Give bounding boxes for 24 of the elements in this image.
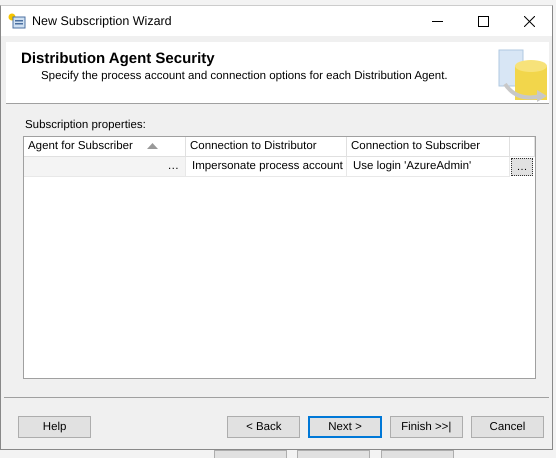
sort-arrow-icon [146,143,158,150]
grid-label: Subscription properties: [25,118,147,133]
minimize-icon [432,20,442,22]
wizard-button[interactable]: < Back [227,416,300,438]
background-button[interactable] [381,450,454,458]
ellipsis-button[interactable]: … [511,158,533,176]
wizard-button[interactable]: Next > [308,416,382,438]
table-cell: Use login 'AzureAdmin' [347,157,510,178]
background-button[interactable] [297,450,370,458]
wizard-icon [8,13,26,29]
table-cell: Impersonate process account [186,157,347,178]
background-button[interactable] [214,450,287,458]
page-subtitle: Specify the process account and connection options for each Distribution Agent. [41,69,449,84]
window-title: New Subscription Wizard [32,12,172,30]
close-icon [524,16,534,26]
wizard-button[interactable]: Finish >>| [390,416,463,438]
column-header [510,137,535,158]
wizard-button[interactable]: Cancel [470,416,544,438]
column-header[interactable]: Connection to Distributor [186,137,347,158]
table-cell: … [24,157,186,178]
wizard-button[interactable]: Help [18,416,92,438]
page-title: Distribution Agent Security [21,50,216,67]
column-header[interactable]: Connection to Subscriber [347,137,510,158]
maximize-icon [478,16,488,26]
